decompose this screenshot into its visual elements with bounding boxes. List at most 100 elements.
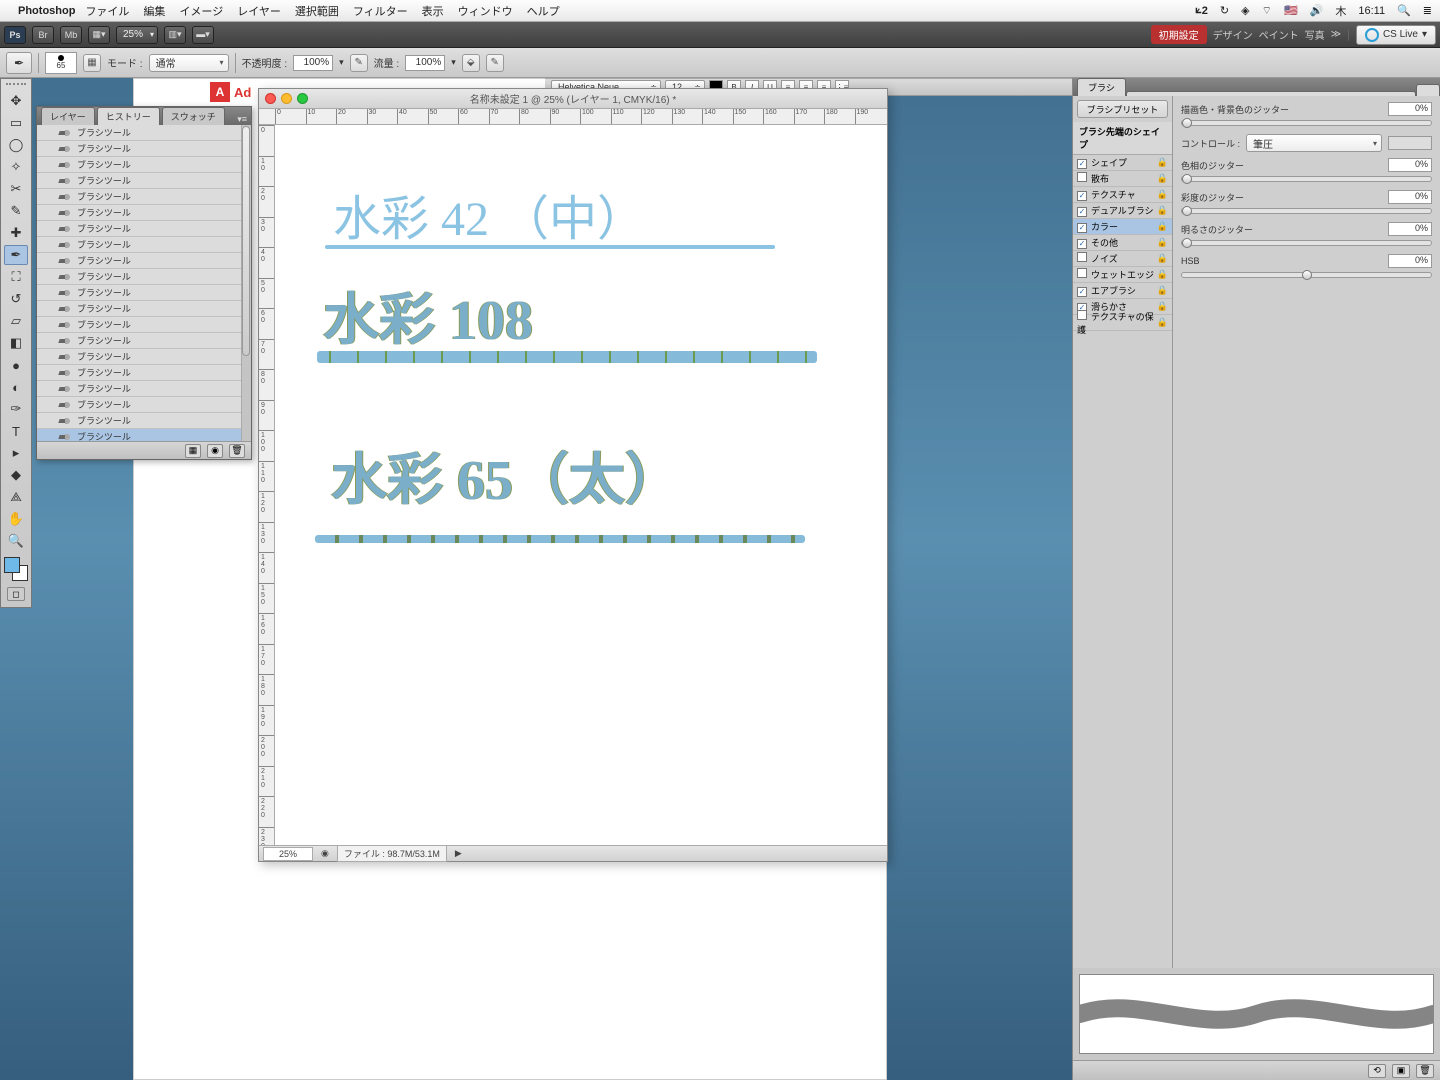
cs-live-button[interactable]: CS Live▾ — [1356, 25, 1436, 45]
zoom-tool[interactable]: 🔍 — [4, 531, 28, 551]
checkbox[interactable] — [1077, 159, 1087, 169]
hand-tool[interactable]: ✋ — [4, 509, 28, 529]
control-amount[interactable] — [1388, 136, 1432, 150]
foreground-color-swatch[interactable] — [4, 557, 20, 573]
crop-tool[interactable]: ✂︎ — [4, 179, 28, 199]
history-brush-tool[interactable]: ↺ — [4, 289, 28, 309]
shape-tool[interactable]: ◆ — [4, 465, 28, 485]
history-row[interactable]: ブラシツール — [37, 253, 251, 269]
fgbg-jitter-slider[interactable] — [1181, 120, 1432, 126]
history-row[interactable]: ブラシツール — [37, 381, 251, 397]
history-row[interactable]: ブラシツール — [37, 349, 251, 365]
hue-jitter-slider[interactable] — [1181, 176, 1432, 182]
pen-tool[interactable]: ✑ — [4, 399, 28, 419]
history-row[interactable]: ブラシツール — [37, 301, 251, 317]
spotlight-icon[interactable]: 🔍 — [1397, 4, 1411, 17]
history-row[interactable]: ブラシツール — [37, 365, 251, 381]
lock-icon[interactable]: 🔒 — [1157, 317, 1168, 328]
zoom-window-button[interactable] — [297, 93, 308, 104]
history-row[interactable]: ブラシツール — [37, 205, 251, 221]
tab-swatches[interactable]: スウォッチ — [162, 107, 225, 125]
close-window-button[interactable] — [265, 93, 276, 104]
bridge-button[interactable]: Br — [32, 26, 54, 44]
snapshot-button[interactable]: ▦ — [185, 444, 201, 458]
vertical-ruler[interactable]: 0102030405060708090100110120130140150160… — [259, 125, 275, 845]
tab-history[interactable]: ヒストリー — [97, 107, 160, 125]
history-row[interactable]: ブラシツール — [37, 221, 251, 237]
flow-input[interactable]: 100% — [405, 55, 445, 71]
minimize-window-button[interactable] — [281, 93, 292, 104]
history-row[interactable]: ブラシツール — [37, 189, 251, 205]
brush-option-row[interactable]: 散布🔒 — [1073, 171, 1172, 187]
workspace-more[interactable]: ≫ — [1331, 29, 1341, 40]
menu-image[interactable]: イメージ — [179, 3, 223, 19]
minibridge-button[interactable]: Mb — [60, 26, 82, 44]
brush-option-row[interactable]: テクスチャ🔒 — [1073, 187, 1172, 203]
hsb-slider[interactable] — [1181, 272, 1432, 278]
opacity-pressure-button[interactable]: ✎ — [350, 54, 368, 72]
view-extras-button[interactable]: ▦▾ — [88, 26, 110, 44]
workspace-design[interactable]: デザイン — [1213, 27, 1253, 42]
clock-day[interactable]: 木 — [1335, 3, 1346, 19]
status-zoom[interactable]: 25% — [263, 847, 313, 861]
menu-view[interactable]: 表示 — [422, 3, 444, 19]
lock-icon[interactable]: 🔒 — [1157, 173, 1168, 184]
history-row[interactable]: ブラシツール — [37, 141, 251, 157]
delete-brush-button[interactable]: 🗑 — [1416, 1064, 1434, 1078]
checkbox[interactable] — [1077, 223, 1087, 233]
panel-menu-icon[interactable]: ▾≡ — [233, 114, 251, 125]
checkbox[interactable] — [1077, 268, 1087, 278]
lock-icon[interactable]: 🔒 — [1157, 237, 1168, 248]
lasso-tool[interactable]: ◯ — [4, 135, 28, 155]
lock-icon[interactable]: 🔒 — [1157, 269, 1168, 280]
history-row[interactable]: ブラシツール — [37, 397, 251, 413]
menu-extra-icon[interactable]: ≣ — [1423, 4, 1432, 17]
history-row[interactable]: ブラシツール — [37, 157, 251, 173]
workspace-default[interactable]: 初期設定 — [1151, 25, 1207, 44]
3d-tool[interactable]: ⟁ — [4, 487, 28, 507]
scrollbar-thumb[interactable] — [242, 126, 250, 356]
lock-icon[interactable]: 🔒 — [1157, 205, 1168, 216]
brush-option-row[interactable]: テクスチャの保護🔒 — [1073, 315, 1172, 331]
hue-jitter-value[interactable]: 0% — [1388, 158, 1432, 172]
menu-edit[interactable]: 編集 — [143, 3, 165, 19]
menu-help[interactable]: ヘルプ — [527, 3, 560, 19]
control-select[interactable]: 筆圧 — [1246, 134, 1382, 152]
checkbox[interactable] — [1077, 207, 1087, 217]
menu-filter[interactable]: フィルター — [353, 3, 408, 19]
history-row[interactable]: ブラシツール — [37, 173, 251, 189]
marquee-tool[interactable]: ▭ — [4, 113, 28, 133]
toggle-preview-button[interactable]: ⟲ — [1368, 1064, 1386, 1078]
clock-time[interactable]: 16:11 — [1358, 5, 1385, 17]
workspace-paint[interactable]: ペイント — [1259, 27, 1299, 42]
history-row[interactable]: ブラシツール — [37, 269, 251, 285]
brush-presets-button[interactable]: ブラシプリセット — [1077, 100, 1168, 118]
tab-layers[interactable]: レイヤー — [41, 107, 95, 125]
screen-mode-button[interactable]: ▬▾ — [192, 26, 214, 44]
history-row[interactable]: ブラシツール — [37, 237, 251, 253]
checkbox[interactable] — [1077, 239, 1087, 249]
quickmask-button[interactable]: ◻ — [7, 587, 25, 601]
type-tool[interactable]: T — [4, 421, 28, 441]
eyedropper-tool[interactable]: ✎ — [4, 201, 28, 221]
adobe-badge-icon[interactable]: ⟀ 2 — [1195, 4, 1208, 17]
history-row[interactable]: ブラシツール — [37, 317, 251, 333]
menu-window[interactable]: ウィンドウ — [458, 3, 513, 19]
brush-tip-header[interactable]: ブラシ先端のシェイプ — [1073, 122, 1172, 155]
wifi-icon[interactable]: ⌔ — [1262, 4, 1272, 18]
bri-jitter-value[interactable]: 0% — [1388, 222, 1432, 236]
brush-panel-tab[interactable]: ブラシ — [1077, 78, 1126, 96]
fgbg-jitter-value[interactable]: 0% — [1388, 102, 1432, 116]
canvas[interactable]: 水彩 42 （中） 水彩 108 水彩 65（太） — [275, 125, 887, 845]
stamp-tool[interactable]: ⛶ — [4, 267, 28, 287]
arrange-docs-button[interactable]: ▥▾ — [164, 26, 186, 44]
menu-file[interactable]: ファイル — [85, 3, 129, 19]
sync-icon[interactable]: ↻ — [1220, 4, 1229, 17]
menu-layer[interactable]: レイヤー — [237, 3, 281, 19]
move-tool[interactable]: ✥ — [4, 91, 28, 111]
history-list[interactable]: ブラシツールブラシツールブラシツールブラシツールブラシツールブラシツールブラシツ… — [37, 125, 251, 441]
checkbox[interactable] — [1077, 172, 1087, 182]
ps-home-button[interactable]: Ps — [4, 26, 26, 44]
document-titlebar[interactable]: 名称未設定 1 @ 25% (レイヤー 1, CMYK/16) * — [259, 89, 887, 109]
lock-icon[interactable]: 🔒 — [1157, 221, 1168, 232]
